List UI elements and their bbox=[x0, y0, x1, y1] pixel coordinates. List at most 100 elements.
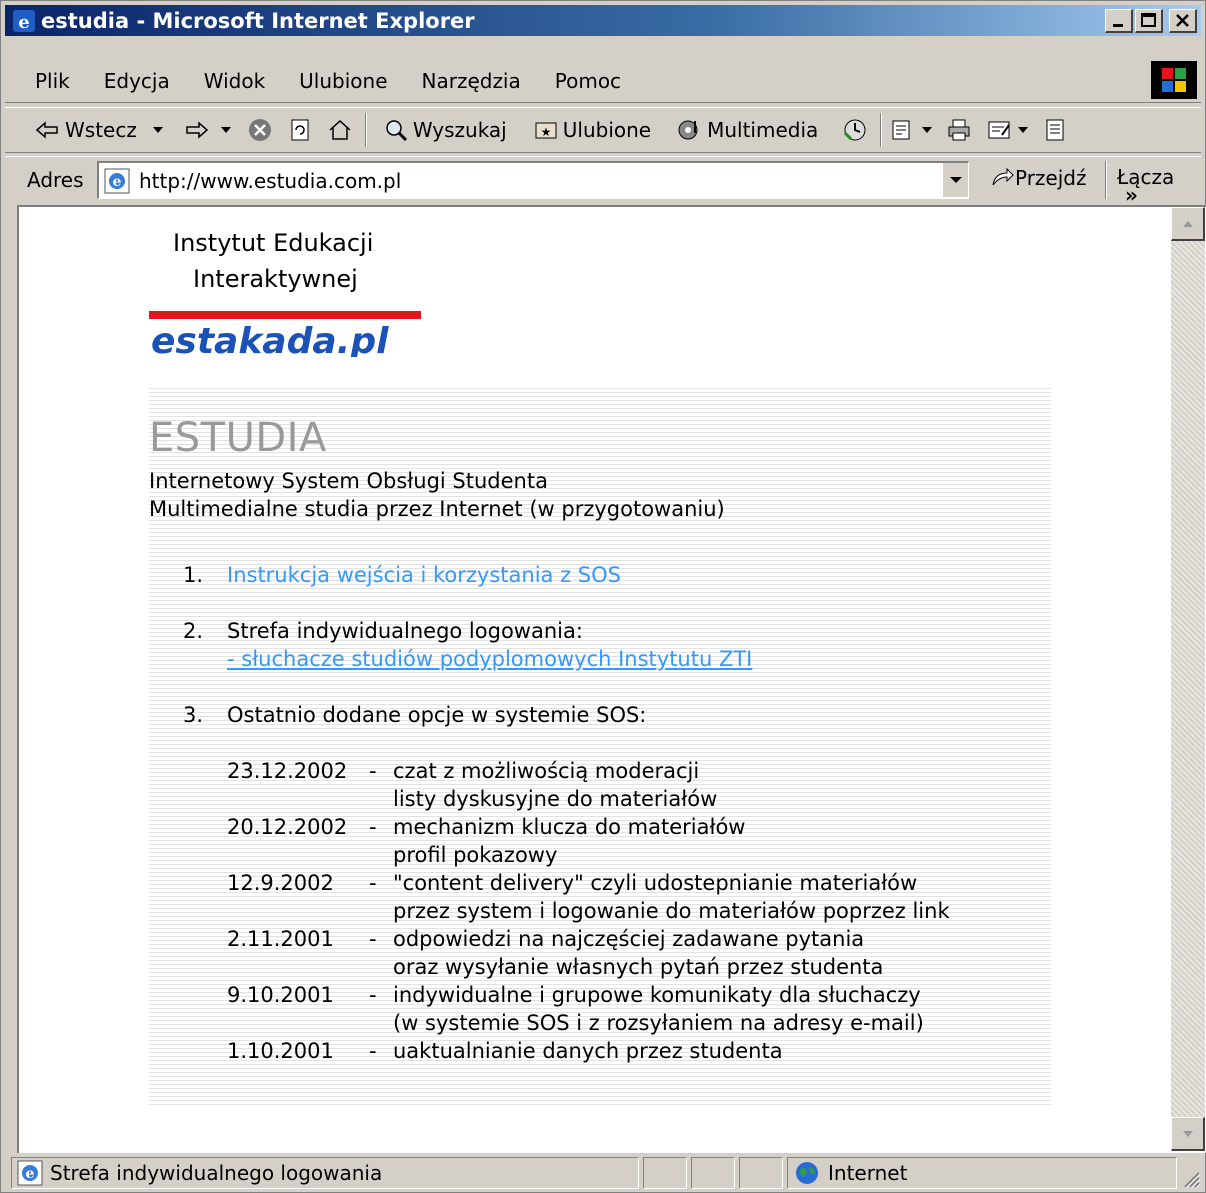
status-text: Strefa indywidualnego logowania bbox=[50, 1161, 383, 1185]
address-url: http://www.estudia.com.pl bbox=[139, 168, 402, 193]
mail-button[interactable] bbox=[890, 117, 934, 143]
ie-page-icon: e bbox=[104, 168, 130, 194]
changelog-text: "content delivery" czyli udostepnianie m… bbox=[393, 871, 918, 895]
history-button[interactable] bbox=[842, 117, 872, 143]
menu-bar: Plik Edycja Widok Ulubione Narzędzia Pom… bbox=[5, 59, 1201, 103]
home-button[interactable] bbox=[327, 117, 357, 143]
toolbar-separator bbox=[364, 113, 367, 147]
institute-line-1: Instytut Edukacji bbox=[173, 229, 374, 257]
scroll-up-icon bbox=[1182, 220, 1193, 227]
close-icon bbox=[1176, 14, 1189, 27]
print-button[interactable] bbox=[946, 117, 976, 143]
menu-plik[interactable]: Plik bbox=[35, 69, 70, 93]
status-offline-panel bbox=[739, 1157, 783, 1189]
dropdown-arrow-icon bbox=[220, 127, 231, 133]
media-label: Multimedia bbox=[707, 118, 819, 142]
dropdown-arrow-icon bbox=[949, 177, 962, 183]
back-button[interactable]: Wstecz bbox=[33, 117, 137, 143]
login-zone-label: Strefa indywidualnego logowania: bbox=[227, 619, 583, 643]
changelog-date: 1.10.2001 bbox=[227, 1039, 334, 1063]
menu-narzedzia[interactable]: Narzędzia bbox=[422, 69, 521, 93]
home-icon bbox=[329, 119, 351, 140]
maximize-button[interactable] bbox=[1135, 9, 1163, 33]
svg-text:★: ★ bbox=[540, 125, 551, 139]
browser-window: e estudia - Microsoft Internet Explorer … bbox=[0, 0, 1206, 1193]
favorites-button[interactable]: ★ Ulubione bbox=[533, 117, 651, 143]
svg-text:estakada.pl: estakada.pl bbox=[151, 321, 389, 357]
changelog-dash: - bbox=[369, 983, 377, 1007]
changelog-text: oraz wysyłanie własnych pytań przez stud… bbox=[393, 955, 884, 979]
changelog-dash: - bbox=[369, 815, 377, 839]
changelog-date: 2.11.2001 bbox=[227, 927, 334, 951]
stop-button[interactable] bbox=[247, 117, 277, 143]
refresh-button[interactable] bbox=[287, 117, 317, 143]
postgraduate-login-link[interactable]: - słuchacze studiów podyplomowych Instyt… bbox=[227, 647, 752, 671]
ie-icon: e bbox=[13, 9, 35, 33]
scroll-up-button[interactable] bbox=[1171, 207, 1205, 241]
standard-toolbar: Wstecz Wyszukaj ★ Ulubione Multimedia bbox=[5, 107, 1201, 153]
address-dropdown-button[interactable] bbox=[942, 163, 968, 197]
estakada-logo[interactable]: estakada.pl bbox=[149, 311, 421, 357]
go-button[interactable]: Przejdź bbox=[989, 165, 1086, 191]
menu-edycja[interactable]: Edycja bbox=[104, 69, 170, 93]
minimize-button[interactable] bbox=[1105, 9, 1133, 33]
page-heading: ESTUDIA bbox=[149, 415, 327, 461]
address-bar: Adres e http://www.estudia.com.pl Przejd… bbox=[5, 156, 1201, 207]
history-icon bbox=[844, 119, 866, 141]
security-zone-panel: Internet bbox=[787, 1157, 1177, 1189]
menu-pomoc[interactable]: Pomoc bbox=[555, 69, 621, 93]
security-zone-label: Internet bbox=[828, 1161, 908, 1185]
changelog-text: listy dyskusyjne do materiałów bbox=[393, 787, 718, 811]
favorites-icon: ★ bbox=[535, 122, 557, 139]
changelog-date: 20.12.2002 bbox=[227, 815, 348, 839]
forward-arrow-icon bbox=[186, 121, 208, 139]
favorites-label: Ulubione bbox=[562, 118, 652, 142]
edit-button[interactable] bbox=[986, 117, 1030, 143]
globe-icon bbox=[796, 1162, 818, 1184]
subtitle-2: Multimedialne studia przez Internet (w p… bbox=[149, 497, 725, 521]
changelog-dash: - bbox=[369, 927, 377, 951]
changelog-text: przez system i logowanie do materiałów p… bbox=[393, 899, 950, 923]
changelog-text: profil pokazowy bbox=[393, 843, 558, 867]
menu-widok[interactable]: Widok bbox=[204, 69, 265, 93]
institute-line-2: Interaktywnej bbox=[193, 265, 358, 293]
item-number: 1. bbox=[183, 563, 204, 587]
menu-ulubione[interactable]: Ulubione bbox=[299, 69, 387, 93]
page-viewport: Instytut Edukacji Interaktywnej estakada… bbox=[17, 205, 1206, 1153]
media-icon bbox=[678, 120, 698, 140]
links-more-icon: » bbox=[1125, 183, 1138, 207]
title-bar[interactable]: e estudia - Microsoft Internet Explorer bbox=[5, 5, 1201, 36]
search-button[interactable]: Wyszukaj bbox=[383, 117, 507, 143]
changelog-dash: - bbox=[369, 871, 377, 895]
forward-dropdown[interactable] bbox=[219, 125, 233, 135]
item-number: 2. bbox=[183, 619, 204, 643]
maximize-icon bbox=[1141, 13, 1156, 27]
recent-options-label: Ostatnio dodane opcje w systemie SOS: bbox=[227, 703, 647, 727]
search-label: Wyszukaj bbox=[412, 118, 507, 142]
resize-grip-icon[interactable] bbox=[1179, 1167, 1201, 1189]
changelog-date: 12.9.2002 bbox=[227, 871, 334, 895]
mail-icon bbox=[892, 120, 910, 140]
svg-text:e: e bbox=[113, 174, 122, 190]
search-icon bbox=[386, 120, 407, 142]
dropdown-arrow-icon bbox=[152, 127, 163, 133]
scroll-down-button[interactable] bbox=[1171, 1117, 1205, 1151]
go-arrow-icon bbox=[992, 167, 1014, 186]
forward-button[interactable] bbox=[183, 117, 215, 143]
window-title: estudia - Microsoft Internet Explorer bbox=[41, 8, 475, 33]
back-dropdown[interactable] bbox=[151, 125, 165, 135]
go-label: Przejdź bbox=[1015, 166, 1087, 190]
status-text-panel: e Strefa indywidualnego logowania bbox=[11, 1157, 639, 1189]
status-bar: e Strefa indywidualnego logowania Intern… bbox=[5, 1155, 1203, 1191]
address-input[interactable]: e http://www.estudia.com.pl bbox=[97, 161, 969, 199]
back-label: Wstecz bbox=[65, 118, 137, 142]
printer-icon bbox=[948, 119, 970, 141]
media-button[interactable]: Multimedia bbox=[677, 117, 818, 143]
page-content: Instytut Edukacji Interaktywnej estakada… bbox=[19, 207, 1169, 1151]
back-arrow-icon bbox=[35, 121, 58, 139]
discuss-button[interactable] bbox=[1042, 117, 1072, 143]
vertical-scrollbar[interactable] bbox=[1171, 207, 1205, 1151]
changelog-date: 23.12.2002 bbox=[227, 759, 348, 783]
close-button[interactable] bbox=[1169, 9, 1197, 33]
instructions-link[interactable]: Instrukcja wejścia i korzystania z SOS bbox=[227, 563, 621, 587]
